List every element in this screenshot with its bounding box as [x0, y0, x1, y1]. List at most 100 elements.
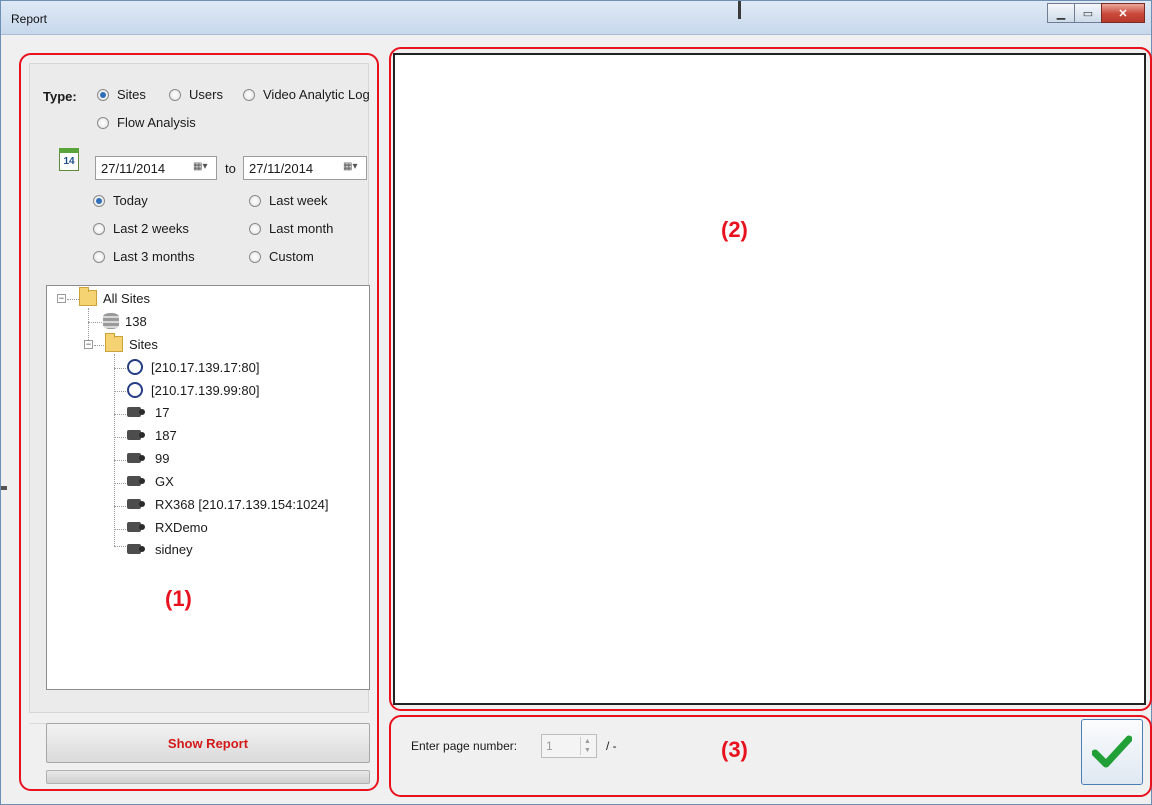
- background-tick: [738, 1, 741, 19]
- server-icon: [103, 313, 119, 329]
- radio-selected-icon: [93, 194, 105, 207]
- close-icon: ✕: [1118, 7, 1128, 20]
- annotation-label-3: (3): [721, 737, 748, 762]
- type-radio-label: Flow Analysis: [117, 115, 196, 130]
- annotation-label-1: (1): [165, 586, 192, 611]
- status-ring-icon: [127, 382, 143, 398]
- page-total-label: / -: [606, 739, 617, 753]
- tree-node-label: All Sites: [103, 290, 150, 306]
- tree-node-label: [210.17.139.99:80]: [151, 382, 260, 398]
- preset-label: Last 2 weeks: [113, 221, 189, 236]
- calendar-dropdown-icon[interactable]: ▦▾: [343, 161, 363, 175]
- tree-connector: [114, 483, 126, 484]
- window-controls: ▁ ▭ ✕: [1047, 3, 1145, 23]
- date-from-value: 27/11/2014: [101, 160, 166, 176]
- preset-custom[interactable]: Custom: [249, 249, 314, 264]
- page-number-value: 1: [546, 739, 553, 753]
- tree-node-label: [210.17.139.17:80]: [151, 359, 260, 375]
- confirm-button[interactable]: [1081, 719, 1143, 785]
- tree-node-label: 99: [155, 451, 170, 466]
- type-radio-label: Video Analytic Log: [263, 87, 370, 102]
- tree-node-server[interactable]: 138: [103, 313, 147, 329]
- preset-label: Last week: [269, 193, 328, 208]
- preset-today[interactable]: Today: [93, 193, 148, 208]
- tree-connector: [67, 299, 79, 300]
- preset-last-2-weeks[interactable]: Last 2 weeks: [93, 221, 189, 236]
- page-number-stepper[interactable]: 1 ▲ ▼: [541, 734, 597, 758]
- window-title: Report: [11, 12, 48, 26]
- checkmark-icon: [1092, 735, 1132, 768]
- type-radio-video-analytic-log[interactable]: Video Analytic Log: [243, 87, 370, 102]
- camera-icon: [127, 452, 147, 465]
- tree-node-camera[interactable]: GX: [127, 474, 174, 489]
- tree-node-camera[interactable]: 187: [127, 428, 177, 443]
- type-radio-sites[interactable]: Sites: [97, 87, 146, 102]
- filter-panel: Type: Sites Users Video Analytic Log Flo…: [19, 53, 379, 791]
- date-from-picker[interactable]: 27/11/2014 ▦▾: [95, 156, 217, 180]
- tree-node-label: RXDemo: [155, 520, 208, 535]
- tree-node-camera[interactable]: sidney: [127, 542, 193, 557]
- tree-node-camera[interactable]: RXDemo: [127, 520, 208, 535]
- show-report-button[interactable]: Show Report: [46, 723, 370, 763]
- annotation-label-2: (2): [721, 217, 748, 242]
- camera-icon: [127, 406, 147, 419]
- tree-node-label: 17: [155, 405, 170, 420]
- site-tree[interactable]: − All Sites 138 − Sites [210.17.139.17:8…: [46, 285, 370, 690]
- tree-connector: [94, 345, 104, 346]
- radio-icon: [249, 222, 261, 235]
- annotation-box-3: [389, 715, 1152, 797]
- radio-selected-icon: [97, 88, 109, 101]
- maximize-button[interactable]: ▭: [1074, 3, 1102, 23]
- tree-node-label: sidney: [155, 542, 193, 557]
- collapse-icon[interactable]: −: [57, 294, 66, 303]
- tree-node-site-ip-1[interactable]: [210.17.139.17:80]: [127, 359, 259, 375]
- calendar-dropdown-icon[interactable]: ▦▾: [193, 161, 213, 175]
- radio-icon: [97, 116, 109, 129]
- maximize-icon: ▭: [1082, 7, 1094, 20]
- folder-icon: [105, 333, 123, 352]
- type-radio-users[interactable]: Users: [169, 87, 223, 102]
- tree-node-camera[interactable]: 99: [127, 451, 169, 466]
- tree-node-camera[interactable]: 17: [127, 405, 169, 420]
- radio-icon: [249, 194, 261, 207]
- report-viewer[interactable]: [393, 53, 1146, 705]
- minimize-icon: ▁: [1056, 7, 1066, 20]
- collapse-icon[interactable]: −: [84, 340, 93, 349]
- tree-connector: [114, 368, 126, 369]
- type-radio-label: Users: [189, 87, 223, 102]
- camera-icon: [127, 498, 147, 511]
- date-to-picker[interactable]: 27/11/2014 ▦▾: [243, 156, 367, 180]
- date-to-value: 27/11/2014: [249, 160, 314, 176]
- tree-node-site-ip-2[interactable]: [210.17.139.99:80]: [127, 382, 259, 398]
- radio-icon: [93, 250, 105, 263]
- tree-connector: [114, 506, 126, 507]
- tree-node-camera[interactable]: RX368 [210.17.139.154:1024]: [127, 497, 328, 512]
- preset-label: Last month: [269, 221, 334, 236]
- pager-bar: Enter page number: 1 ▲ ▼ / - (3): [389, 715, 1152, 797]
- preset-last-3-months[interactable]: Last 3 months: [93, 249, 195, 264]
- tree-node-all-sites[interactable]: All Sites: [79, 287, 150, 306]
- minimize-button[interactable]: ▁: [1047, 3, 1075, 23]
- close-button[interactable]: ✕: [1101, 3, 1145, 23]
- calendar-icon: 14: [59, 148, 79, 171]
- radio-icon: [93, 222, 105, 235]
- tree-node-label: 138: [125, 313, 147, 329]
- tree-node-label: GX: [155, 474, 174, 489]
- report-window: Report ▁ ▭ ✕ Type: Sites Users Video Ana…: [0, 0, 1152, 805]
- date-to-label: to: [225, 161, 236, 176]
- tree-connector: [114, 391, 126, 392]
- page-number-label: Enter page number:: [411, 739, 518, 753]
- type-radio-flow-analysis[interactable]: Flow Analysis: [97, 115, 196, 130]
- preset-last-week[interactable]: Last week: [249, 193, 328, 208]
- stepper-arrows-icon[interactable]: ▲ ▼: [580, 737, 594, 755]
- status-ring-icon: [127, 359, 143, 375]
- radio-icon: [243, 88, 255, 101]
- tree-connector: [114, 414, 126, 415]
- preset-label: Today: [113, 193, 148, 208]
- radio-icon: [169, 88, 181, 101]
- type-label: Type:: [43, 89, 77, 104]
- tree-connector: [114, 437, 126, 438]
- report-viewer-frame: (2): [389, 47, 1152, 711]
- tree-node-sites[interactable]: Sites: [105, 333, 158, 352]
- preset-last-month[interactable]: Last month: [249, 221, 333, 236]
